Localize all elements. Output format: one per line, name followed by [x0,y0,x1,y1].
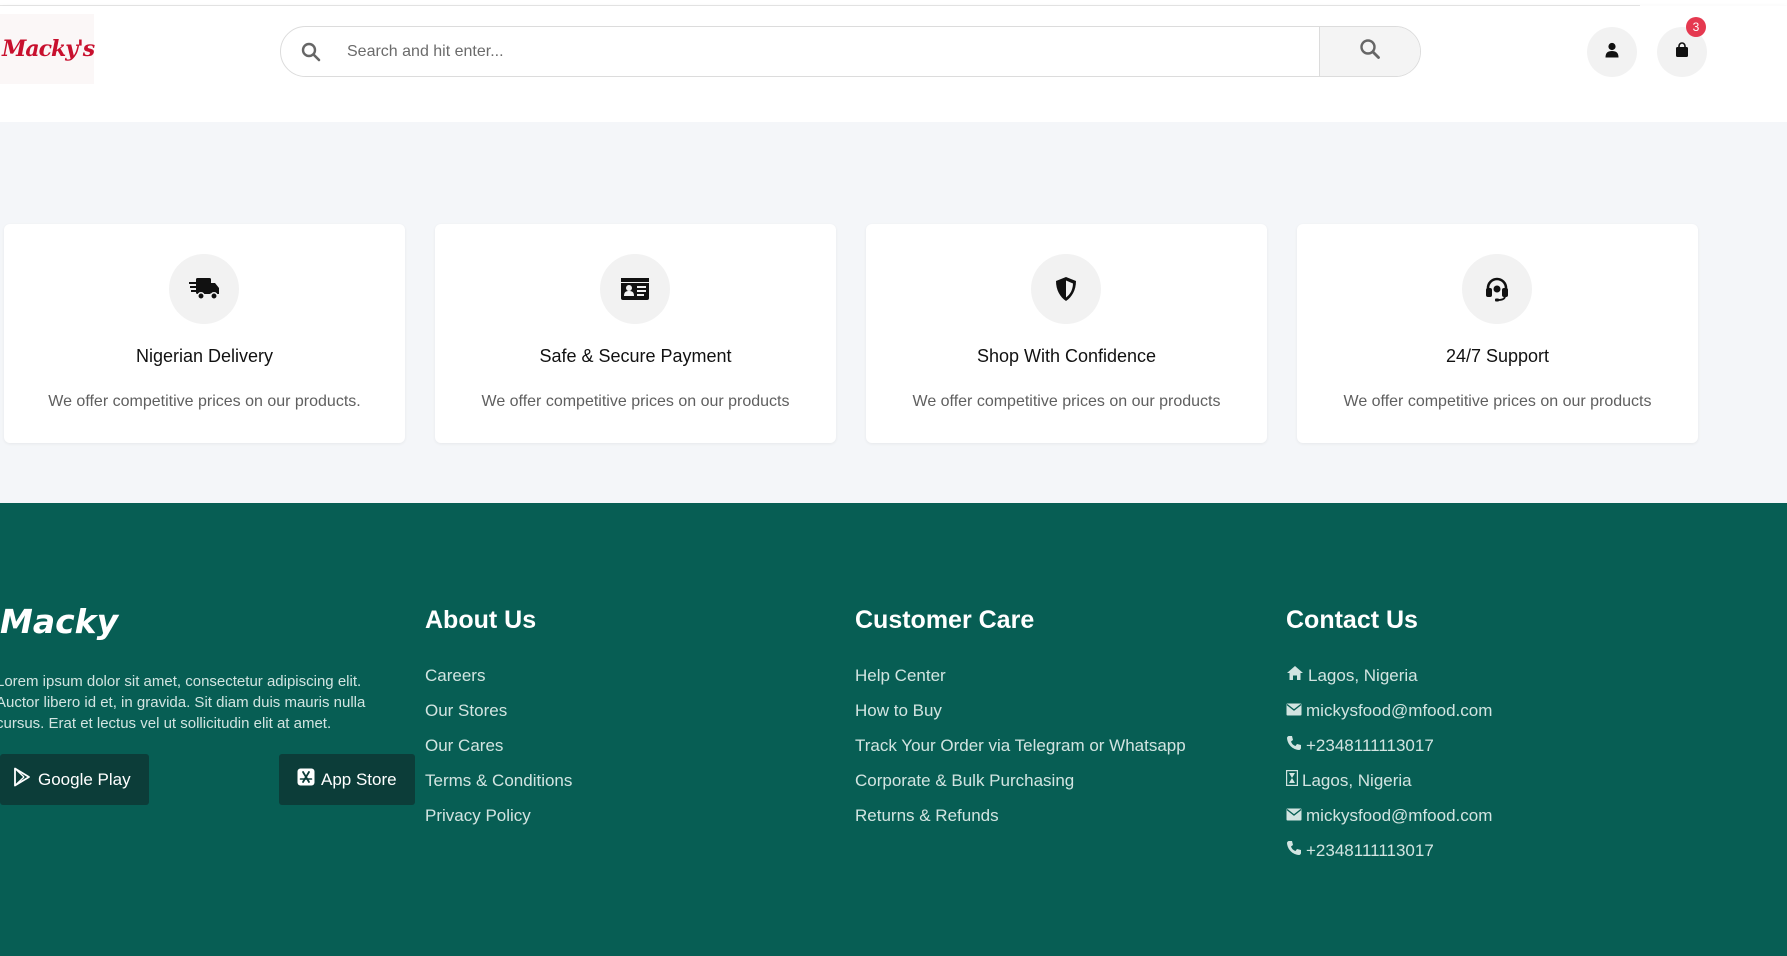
contact-text: mickysfood@mfood.com [1306,700,1493,720]
contact-address-2: Lagos, Nigeria [1285,763,1492,798]
search-input[interactable] [347,27,1387,76]
app-store-icon [297,768,321,791]
contact-text: Lagos, Nigeria [1308,665,1418,685]
contact-us-heading: Contact Us [1286,606,1418,634]
search-bar [280,26,1421,77]
feature-description: We offer competitive prices on our produ… [1343,393,1652,410]
feature-card-confidence: Shop With Confidence We offer competitiv… [866,224,1267,443]
footer-brand: Macky [0,602,119,641]
headset-icon [1462,254,1532,324]
google-play-label: Google Play [38,769,131,789]
app-store-label: App Store [321,769,397,789]
logo-text: Macky's [2,36,95,62]
about-us-heading: About Us [425,606,537,634]
features-section: Nigerian Delivery We offer competitive p… [0,122,1787,503]
cart-count-badge: 3 [1686,17,1706,37]
site-header: Macky's 3 [0,6,1787,122]
user-icon [1604,42,1620,63]
contact-us-list: Lagos, Nigeria mickysfood@mfood.com +234… [1285,658,1492,868]
contact-phone-2[interactable]: +2348111113017 [1286,833,1492,868]
feature-title: 24/7 Support [1445,346,1550,366]
feature-description: We offer competitive prices on our produ… [912,393,1221,410]
feature-title: Safe & Secure Payment [539,346,732,366]
feature-title: Shop With Confidence [976,346,1157,366]
customer-care-links: Help Center How to Buy Track Your Order … [855,658,1186,833]
contact-phone[interactable]: +2348111113017 [1286,728,1492,763]
envelope-icon [1286,701,1306,721]
contact-text: +2348111113017 [1306,735,1434,755]
site-logo[interactable]: Macky's [0,14,95,84]
feature-card-support: 24/7 Support We offer competitive prices… [1297,224,1698,443]
app-store-button[interactable]: App Store [279,754,415,805]
search-icon [299,40,323,64]
contact-text: mickysfood@mfood.com [1306,805,1493,825]
home-icon [1286,665,1308,686]
footer-link-privacy[interactable]: Privacy Policy [425,798,572,833]
google-play-icon [12,767,38,792]
envelope-icon [1286,806,1306,826]
footer-link-how-to-buy[interactable]: How to Buy [855,693,1186,728]
search-icon [1358,37,1382,66]
footer-link-help-center[interactable]: Help Center [855,658,1186,693]
footer-link-our-cares[interactable]: Our Cares [425,728,572,763]
account-button[interactable] [1587,27,1637,77]
footer-link-track-order[interactable]: Track Your Order via Telegram or Whatsap… [855,728,1186,763]
feature-title: Nigerian Delivery [135,346,274,366]
footer-link-terms[interactable]: Terms & Conditions [425,763,572,798]
phone-icon [1286,735,1306,756]
contact-text: +2348111113017 [1306,840,1434,860]
delivery-truck-icon [169,254,239,324]
site-footer: Macky Lorem ipsum dolor sit amet, consec… [0,503,1787,956]
about-us-links: Careers Our Stores Our Cares Terms & Con… [425,658,572,833]
contact-email[interactable]: mickysfood@mfood.com [1286,693,1492,728]
footer-link-returns[interactable]: Returns & Refunds [855,798,1186,833]
footer-about-text: Lorem ipsum dolor sit amet, consectetur … [0,673,366,732]
google-play-button[interactable]: Google Play [0,754,149,805]
footer-link-our-stores[interactable]: Our Stores [425,693,572,728]
footer-link-careers[interactable]: Careers [425,658,572,693]
feature-card-delivery: Nigerian Delivery We offer competitive p… [4,224,405,443]
shield-icon [1031,254,1101,324]
hourglass-icon [1285,769,1302,791]
contact-email-2[interactable]: mickysfood@mfood.com [1286,798,1492,833]
feature-card-payment: Safe & Secure Payment We offer competiti… [435,224,836,443]
phone-icon [1286,840,1306,861]
shopping-bag-icon [1674,41,1690,63]
customer-care-heading: Customer Care [855,606,1035,634]
feature-description: We offer competitive prices on our produ… [48,393,361,410]
search-button[interactable] [1319,27,1420,76]
contact-address: Lagos, Nigeria [1286,658,1492,693]
footer-link-corporate[interactable]: Corporate & Bulk Purchasing [855,763,1186,798]
id-card-icon [600,254,670,324]
feature-description: We offer competitive prices on our produ… [481,393,790,410]
contact-text: Lagos, Nigeria [1302,770,1412,790]
